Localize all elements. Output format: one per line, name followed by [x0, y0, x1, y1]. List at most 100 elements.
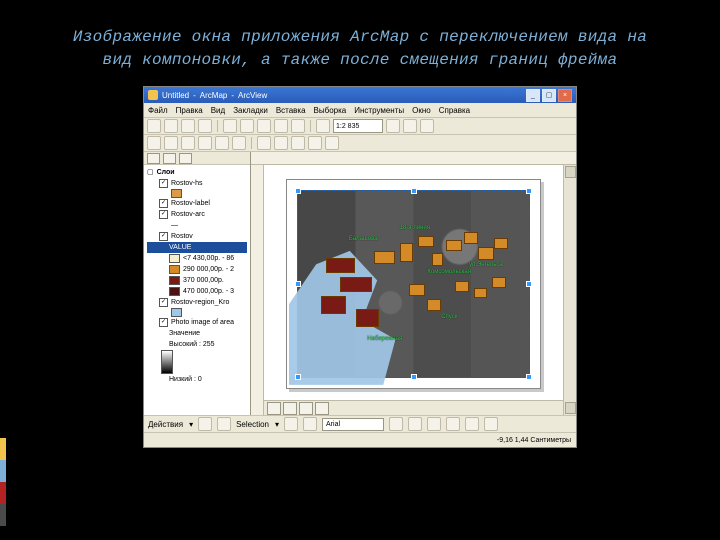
maximize-button[interactable]: ▢ — [542, 89, 556, 102]
actions-menu[interactable]: Действия — [148, 420, 183, 429]
rectangle-button[interactable] — [284, 417, 298, 431]
layout-page[interactable]: Балашова 18-я линия Комсомольская Набере… — [286, 179, 541, 389]
building-poly — [400, 243, 414, 262]
toc-tab-source[interactable] — [163, 153, 176, 164]
add-data-button[interactable] — [316, 119, 330, 133]
select-button[interactable] — [257, 136, 271, 150]
hyperlink-button[interactable] — [325, 136, 339, 150]
table-of-contents: ▢ Слои ✓Rostov-hs ✓Rostov-label ✓Rostov-… — [144, 152, 251, 415]
map-label: ул.Энгельса — [469, 262, 503, 268]
toc-class[interactable]: 470 000,00p. - 3 — [147, 286, 247, 297]
menu-window[interactable]: Окно — [412, 106, 431, 115]
measure-button[interactable] — [308, 136, 322, 150]
refresh-button[interactable] — [299, 402, 313, 415]
menu-bookmarks[interactable]: Закладки — [233, 106, 268, 115]
font-select[interactable]: Arial — [322, 418, 384, 431]
building-poly — [374, 251, 394, 264]
toc-tab-display[interactable] — [147, 153, 160, 164]
underline-button[interactable] — [427, 417, 441, 431]
layout-canvas: Балашова 18-я линия Комсомольская Набере… — [251, 152, 576, 415]
zoom-out-button[interactable] — [164, 136, 178, 150]
minimize-button[interactable]: _ — [526, 89, 540, 102]
new-doc-button[interactable] — [147, 119, 161, 133]
menu-edit[interactable]: Правка — [176, 106, 203, 115]
menu-tools[interactable]: Инструменты — [354, 106, 404, 115]
toc-value-header[interactable]: VALUE — [147, 242, 247, 253]
text-button[interactable] — [303, 417, 317, 431]
save-button[interactable] — [181, 119, 195, 133]
toc-layer-rostov-arc[interactable]: ✓Rostov-arc — [147, 209, 247, 220]
zoom-in-button[interactable] — [147, 136, 161, 150]
toc-layer-rostov-hs[interactable]: ✓Rostov-hs — [147, 178, 247, 189]
pause-draw-button[interactable] — [315, 402, 329, 415]
layout-page-area[interactable]: Балашова 18-я линия Комсомольская Набере… — [264, 165, 563, 415]
paste-button[interactable] — [257, 119, 271, 133]
line-color-button[interactable] — [484, 417, 498, 431]
selection-handle-icon[interactable] — [526, 374, 532, 380]
catalog-button[interactable] — [386, 119, 400, 133]
menu-view[interactable]: Вид — [211, 106, 225, 115]
toc-class[interactable]: 370 000,00p. — [147, 275, 247, 286]
pointer-button[interactable] — [198, 417, 212, 431]
layout-view-button[interactable] — [283, 402, 297, 415]
building-poly — [432, 253, 443, 266]
undo-button[interactable] — [274, 119, 288, 133]
scrollbar-vertical[interactable] — [563, 165, 576, 415]
toc-layer-raster[interactable]: ✓Photo image of area — [147, 317, 247, 328]
menu-selection[interactable]: Выборка — [314, 106, 347, 115]
tools-toolbar — [144, 135, 576, 152]
draw-toolbar: Действия▾ Selection▾ Arial — [144, 415, 576, 432]
selection-handle-icon[interactable] — [295, 281, 301, 287]
toc-class[interactable]: 290 000,00p. - 2 — [147, 264, 247, 275]
close-button[interactable]: × — [558, 89, 572, 102]
help-button[interactable] — [420, 119, 434, 133]
selection-handle-icon[interactable] — [526, 188, 532, 194]
pan-button[interactable] — [181, 136, 195, 150]
map-label: 18-я линия — [400, 225, 430, 231]
bold-button[interactable] — [389, 417, 403, 431]
toc-layer-rostov-label[interactable]: ✓Rostov-label — [147, 198, 247, 209]
map-label: Набережная — [367, 336, 402, 342]
toc-layer-region[interactable]: ✓Rostov-region_Kro — [147, 297, 247, 308]
data-frame[interactable]: Балашова 18-я линия Комсомольская Набере… — [297, 190, 530, 378]
arcmap-window: Untitled - ArcMap - ArcView _ ▢ × Файл П… — [143, 86, 577, 448]
toc-root[interactable]: ▢ Слои — [147, 167, 247, 178]
toc-tab-selection[interactable] — [179, 153, 192, 164]
building-poly — [356, 309, 379, 328]
fill-color-button[interactable] — [465, 417, 479, 431]
selection-handle-icon[interactable] — [295, 374, 301, 380]
selection-handle-icon[interactable] — [295, 188, 301, 194]
font-color-button[interactable] — [446, 417, 460, 431]
map-label: Комсомольская — [427, 269, 471, 275]
menu-insert[interactable]: Вставка — [276, 106, 306, 115]
italic-button[interactable] — [408, 417, 422, 431]
building-poly — [474, 288, 488, 297]
toolbox-button[interactable] — [403, 119, 417, 133]
selection-handle-icon[interactable] — [526, 281, 532, 287]
identify-button[interactable] — [274, 136, 288, 150]
selection-handle-icon[interactable] — [411, 188, 417, 194]
toolbar-sep2 — [310, 120, 311, 132]
menu-file[interactable]: Файл — [148, 106, 168, 115]
full-extent-button[interactable] — [198, 136, 212, 150]
menu-help[interactable]: Справка — [439, 106, 470, 115]
scale-input[interactable]: 1:2 835 — [333, 119, 383, 133]
open-button[interactable] — [164, 119, 178, 133]
cut-button[interactable] — [223, 119, 237, 133]
find-button[interactable] — [291, 136, 305, 150]
edit-vertices-button[interactable] — [217, 417, 231, 431]
prev-extent-button[interactable] — [215, 136, 229, 150]
titlebar-sep: - — [193, 91, 196, 100]
workarea: ▢ Слои ✓Rostov-hs ✓Rostov-label ✓Rostov-… — [144, 152, 576, 415]
building-poly — [427, 299, 441, 310]
data-view-button[interactable] — [267, 402, 281, 415]
toc-layer-rostov[interactable]: ✓Rostov — [147, 231, 247, 242]
toc-class[interactable]: <7 430,00p. - 86 — [147, 253, 247, 264]
selection-handle-icon[interactable] — [411, 374, 417, 380]
copy-button[interactable] — [240, 119, 254, 133]
print-button[interactable] — [198, 119, 212, 133]
next-extent-button[interactable] — [232, 136, 246, 150]
selection-menu[interactable]: Selection — [236, 420, 269, 429]
app-logo-icon — [148, 90, 158, 100]
redo-button[interactable] — [291, 119, 305, 133]
